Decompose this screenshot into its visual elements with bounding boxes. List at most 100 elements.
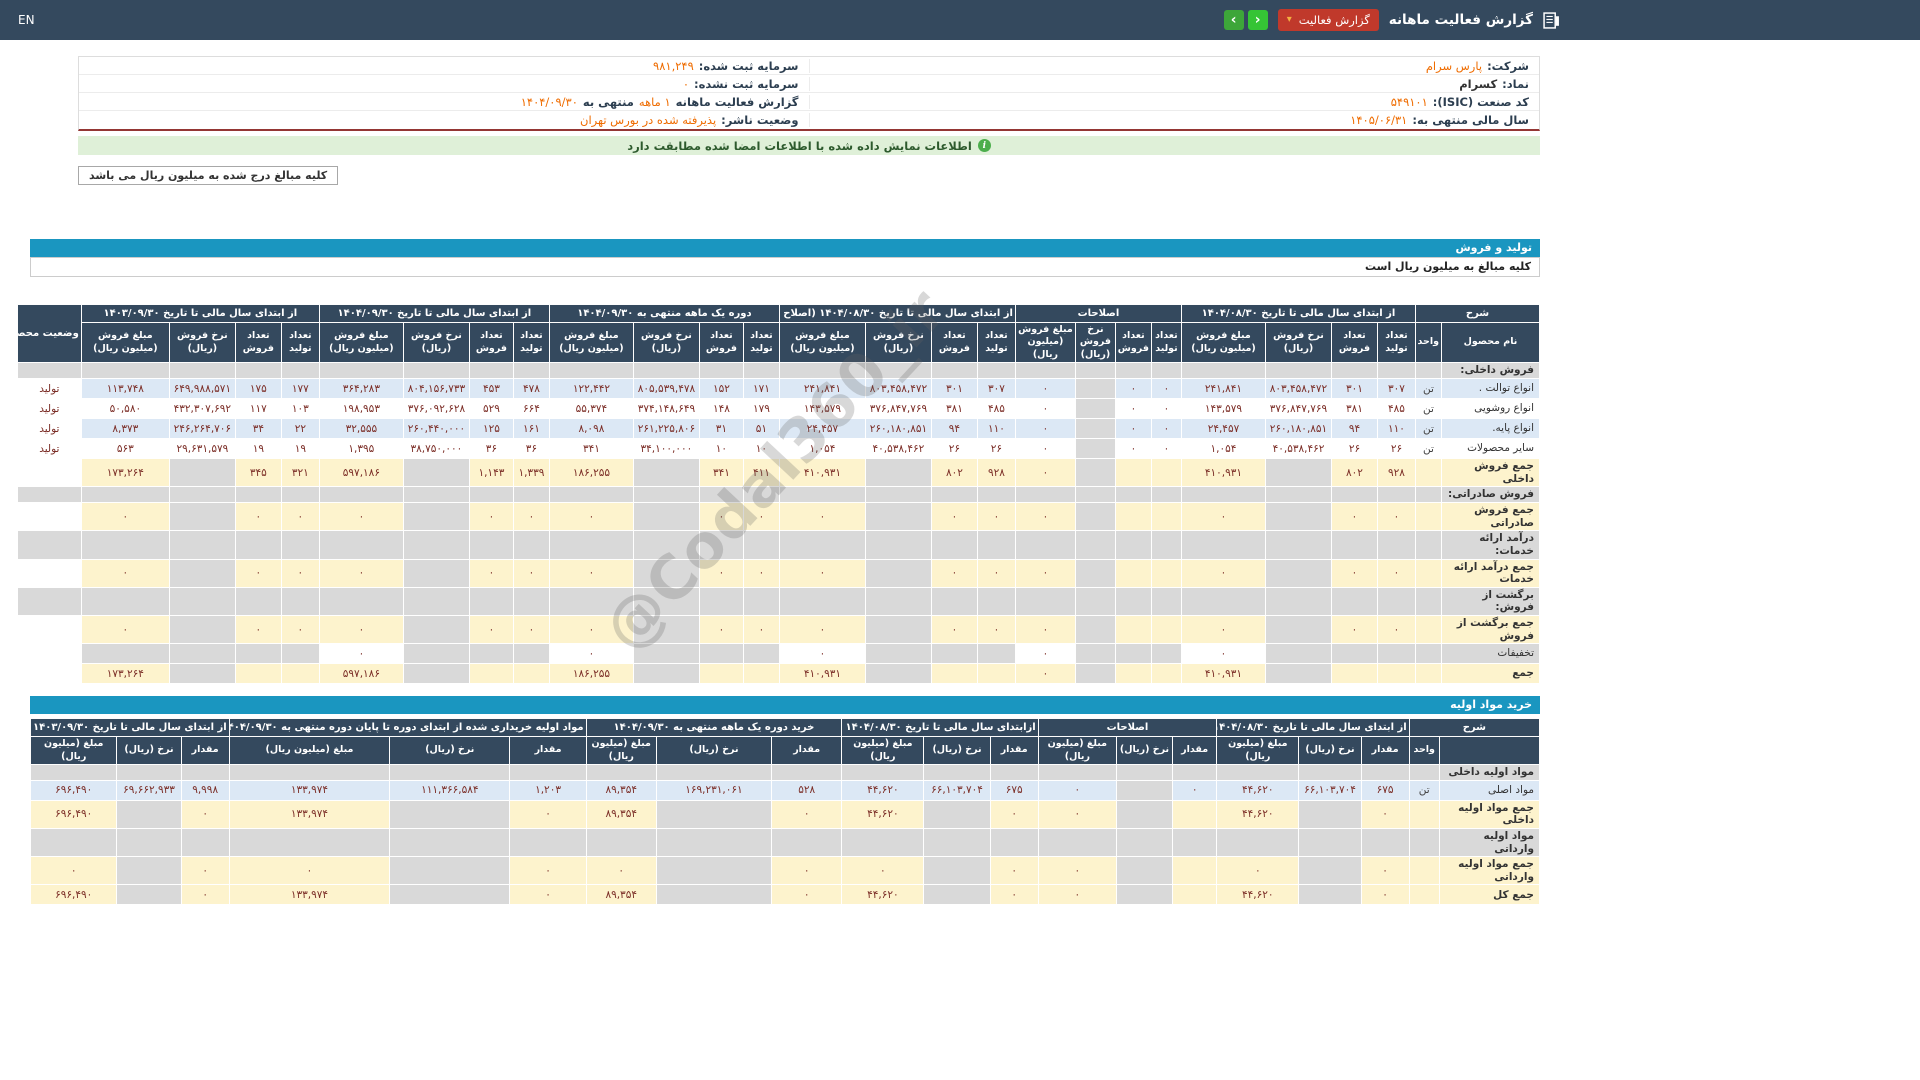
table-cell: ۳۸۱ [931,399,977,419]
table-row: تخفیفات۰۰۰۰۰ [17,644,1539,664]
table-cell [1151,363,1181,379]
table-row: جمع فروش صادراتی۰۰۰۰۰۰۰۰۰۰۰۰۰۰۰۰ [17,503,1539,531]
column-header: نرخ فروش (ریال) [633,323,699,363]
table-cell [743,644,779,664]
table-cell [1265,531,1331,559]
table-cell: ۱۴۸ [699,399,743,419]
table-row: جمع مواد اولیه وارداتی۰۰۰۰۰۰۰۰۰۰۰ [31,857,1540,885]
table-cell [169,644,235,664]
table-cell [656,764,771,780]
table-cell [1377,363,1415,379]
table-cell: ۶۶۴ [513,399,549,419]
table-cell: ۳۱ [699,419,743,439]
table-cell: ۰ [1151,379,1181,399]
table-cell: ۱۹۸,۹۵۳ [319,399,403,419]
row-label-cell: تخفیفات [1442,644,1540,664]
column-header: مقدار [1361,737,1409,765]
table-cell [1217,764,1299,780]
table-cell: ۴۴,۶۲۰ [842,800,924,828]
table-cell [169,531,235,559]
table-cell: ۵۶۳ [81,439,169,459]
table-cell: تن [1415,379,1441,399]
table-cell [235,644,281,664]
table-cell: ۲۶ [977,439,1015,459]
table-cell [977,587,1015,615]
table-cell [403,615,469,643]
report-period-label: گزارش فعالیت ماهانه [676,95,799,109]
table-cell [633,615,699,643]
table-cell: ۱,۱۴۳ [469,459,513,487]
table-cell: ۶۹۶,۴۹۰ [31,885,117,905]
table-cell [281,531,319,559]
table-cell: ۳۴۵ [235,459,281,487]
table-cell [865,531,931,559]
table-cell [549,587,633,615]
table-cell: ۰ [1151,439,1181,459]
production-sales-table: شرحاز ابتدای سال مالی تا تاریخ ۱۴۰۴/۰۸/۳… [17,304,1540,684]
table-cell [842,764,924,780]
table-cell: ۱۷۹ [743,399,779,419]
amounts-unit-subtitle: کلیه مبالغ به میلیون ریال است [30,257,1540,277]
table-cell [1265,503,1331,531]
table-cell [1377,664,1415,684]
table-cell: ۹۴ [1331,419,1377,439]
table-cell [865,644,931,664]
column-group-header: از ابتدای سال مالی تا تاریخ ۱۴۰۴/۰۸/۳۰ (… [779,305,1015,323]
table-cell: ۰ [1015,644,1075,664]
table-cell [1116,885,1172,905]
table-cell [510,829,586,857]
table-cell: ۰ [281,615,319,643]
table-cell [977,664,1015,684]
table-cell: ۱۳۳,۹۷۴ [229,780,389,800]
table-row: سایر محصولاتتن۲۶۲۶۴۰,۵۳۸,۴۶۲۱,۰۵۴۰۰۰۲۶۲۶… [17,439,1539,459]
table-cell: ۲۶۱,۲۲۵,۸۰۶ [633,419,699,439]
column-header: تعداد فروش [1115,323,1151,363]
table-cell: ۴۰,۵۳۸,۴۶۲ [865,439,931,459]
table-cell: ۰ [779,615,865,643]
table-cell: ۱۱۰ [1377,419,1415,439]
company-name-link[interactable]: پارس سرام [1426,59,1482,73]
table-cell: ۰ [1377,559,1415,587]
table-cell: ۰ [699,615,743,643]
table-cell: ۲۲ [281,419,319,439]
table-cell [1075,559,1115,587]
table-cell: ۰ [549,644,633,664]
table-cell [772,829,842,857]
table-cell [633,487,699,503]
table-cell: ۰ [31,857,117,885]
row-label-cell: برگشت از فروش: [1442,587,1540,615]
fiscal-year-label: سال مالی منتهی به: [1412,113,1529,127]
table-cell: ۰ [1015,559,1075,587]
table-cell: ۸۹,۳۵۴ [586,800,656,828]
table-cell [1415,664,1441,684]
table-cell [319,531,403,559]
table-cell: ۴۴,۶۲۰ [842,885,924,905]
table-cell [586,764,656,780]
table-cell [1377,487,1415,503]
table-cell [549,487,633,503]
table-cell [931,644,977,664]
table-cell [865,459,931,487]
next-report-button[interactable]: › [1248,10,1268,30]
prev-report-button[interactable]: ‹ [1224,10,1244,30]
report-type-button[interactable]: گزارش فعالیت ▾ [1278,9,1379,31]
main-content: شرکت: پارس سرام سرمایه ثبت شده: ۹۸۱,۲۴۹ … [30,56,1540,905]
table-cell: ۱۷۳,۲۶۴ [81,664,169,684]
table-cell [1415,531,1441,559]
report-icon [1543,12,1560,29]
table-cell [81,587,169,615]
table-cell: ۰ [513,503,549,531]
table-cell [513,587,549,615]
table-cell: ۰ [1115,399,1151,419]
table-cell [699,664,743,684]
table-cell: ۴۴,۶۲۰ [1217,800,1299,828]
table-cell: ۰ [469,503,513,531]
company-label: شرکت: [1487,59,1529,73]
column-group-header: اصلاحات [1015,305,1181,323]
report-period-months: ۱ ماهه [639,95,671,109]
table-cell: ۱۷۵ [235,379,281,399]
table-cell [390,857,510,885]
table-cell: ۴۴,۶۲۰ [842,780,924,800]
language-toggle[interactable]: EN [18,13,35,27]
table-cell [169,615,235,643]
